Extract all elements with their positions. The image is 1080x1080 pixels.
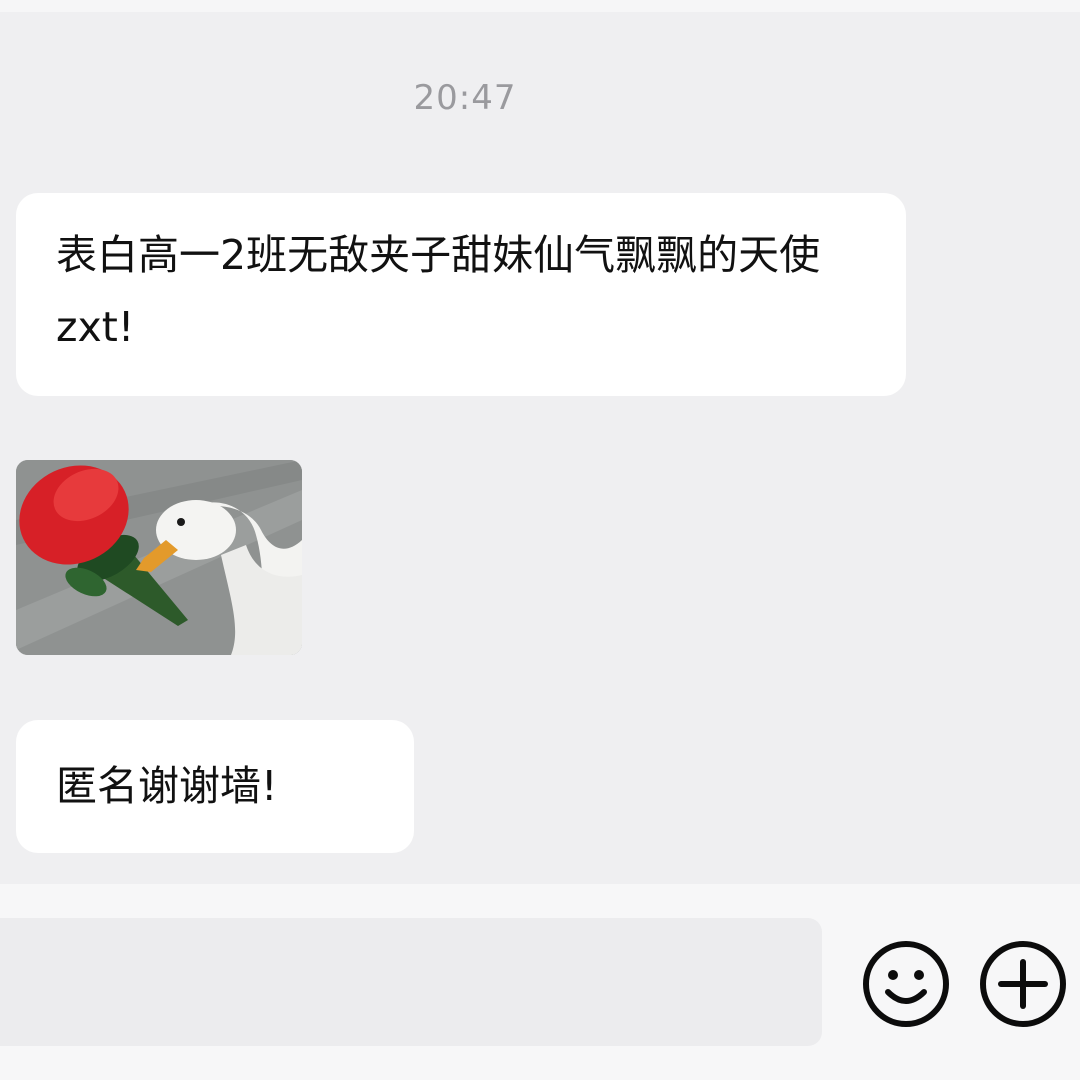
emoji-button[interactable] <box>860 938 952 1030</box>
sticker-image <box>16 460 302 655</box>
message-input[interactable] <box>0 918 822 1046</box>
message-bubble[interactable]: 匿名谢谢墙! <box>16 720 414 853</box>
message-text: 匿名谢谢墙! <box>56 762 278 810</box>
smiley-icon <box>863 941 949 1027</box>
message-timestamp: 20:47 <box>413 78 517 118</box>
message-text: 表白高一2班无敌夹子甜妹仙气飘飘的天使zxt! <box>56 231 821 351</box>
top-strip <box>0 0 1080 12</box>
goose-with-rose-sticker[interactable] <box>16 460 302 655</box>
message-bubble[interactable]: 表白高一2班无敌夹子甜妹仙气飘飘的天使zxt! <box>16 193 906 396</box>
plus-circle-icon <box>980 941 1066 1027</box>
plus-button[interactable] <box>977 938 1069 1030</box>
